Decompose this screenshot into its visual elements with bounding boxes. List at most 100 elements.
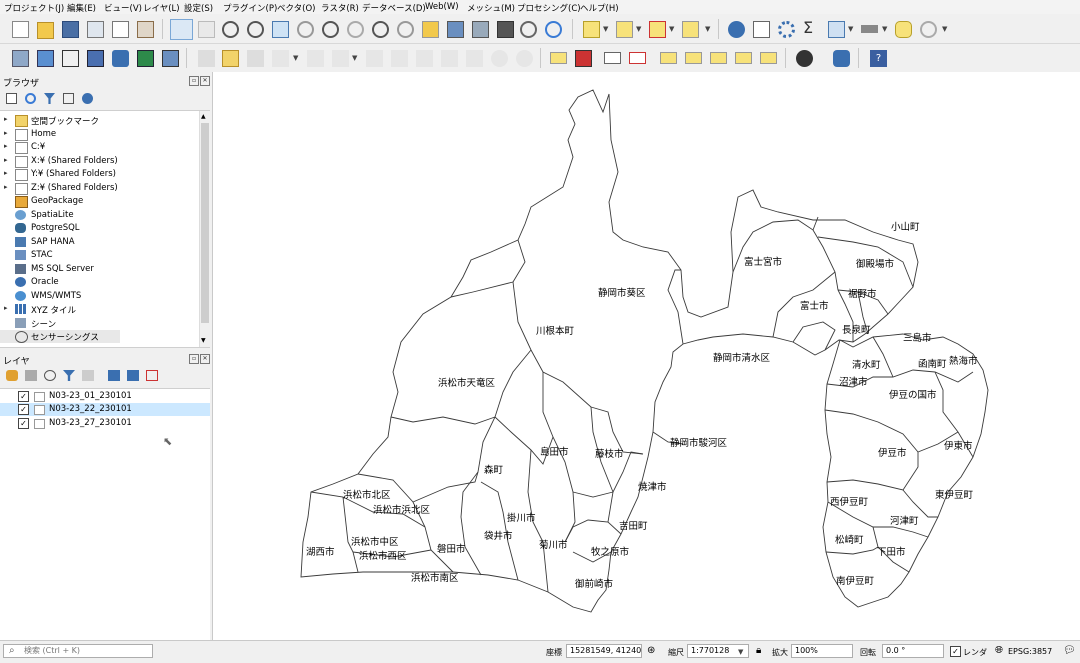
- properties-info-icon[interactable]: [82, 93, 93, 104]
- chevron-down-icon[interactable]: ▼: [603, 25, 608, 33]
- scrollbar-thumb[interactable]: [201, 123, 209, 323]
- layer-row[interactable]: ✓ N03-23_27_230101: [0, 417, 210, 430]
- crs-label[interactable]: EPSG:3857: [1008, 647, 1052, 656]
- save-project-icon[interactable]: [62, 21, 79, 38]
- menu-help[interactable]: ヘルプ(H): [580, 2, 619, 14]
- undo-icon[interactable]: [491, 50, 508, 67]
- list-item[interactable]: ▸ Home: [0, 128, 198, 141]
- list-item[interactable]: PostgreSQL: [0, 222, 198, 235]
- open-field-calculator-icon[interactable]: [828, 21, 845, 38]
- pan-to-selection-icon[interactable]: [198, 21, 215, 38]
- messages-icon[interactable]: 💬︎: [1063, 645, 1076, 656]
- list-item[interactable]: ▸ X:¥ (Shared Folders): [0, 155, 198, 168]
- refresh-icon[interactable]: [25, 93, 36, 104]
- zoom-selection-icon[interactable]: [297, 21, 314, 38]
- float-panel-icon[interactable]: ▫: [189, 354, 199, 364]
- current-edits-icon[interactable]: [198, 50, 215, 67]
- magnifier-spinbox[interactable]: 100%: [791, 644, 853, 658]
- zoom-last-icon[interactable]: [372, 21, 389, 38]
- crs-globe-icon[interactable]: 🌐︎: [995, 645, 1003, 656]
- expand-arrow-icon[interactable]: ▸: [4, 156, 8, 164]
- show-bookmarks-icon[interactable]: [447, 21, 464, 38]
- collapse-all-icon[interactable]: [127, 370, 139, 381]
- select-location-icon[interactable]: [682, 21, 699, 38]
- rotate-label-icon[interactable]: [735, 52, 752, 64]
- menu-raster[interactable]: ラスタ(R): [321, 2, 359, 14]
- list-item[interactable]: SpatiaLite: [0, 209, 198, 222]
- help-icon[interactable]: ?: [870, 50, 887, 67]
- toggle-extents-icon[interactable]: ⊛: [647, 645, 655, 656]
- statistics-sigma-icon[interactable]: Σ: [803, 19, 820, 36]
- scroll-down-icon[interactable]: ▼: [201, 337, 206, 344]
- rotation-spinbox[interactable]: 0.0 °: [882, 644, 944, 658]
- chevron-down-icon[interactable]: ▼: [738, 648, 743, 656]
- toggle-editing-pencil-icon[interactable]: [222, 50, 239, 67]
- chevron-down-icon[interactable]: ▼: [848, 25, 853, 33]
- zoom-layer-icon[interactable]: [322, 21, 339, 38]
- add-vector-layer-icon[interactable]: [62, 50, 79, 67]
- chevron-down-icon[interactable]: ▼: [669, 25, 674, 33]
- layer-row-selected[interactable]: ✓ N03-23_22_230101: [0, 403, 210, 416]
- layer-labeling-icon[interactable]: [550, 52, 567, 64]
- new-map-view-icon[interactable]: [472, 21, 489, 38]
- add-raster-layer-icon[interactable]: [87, 50, 104, 67]
- copy-features-icon[interactable]: [416, 50, 433, 67]
- show-hide-labels-icon[interactable]: [685, 52, 702, 64]
- menu-edit[interactable]: 編集(E): [67, 2, 96, 14]
- map-canvas[interactable]: 小山町 富士宮市 御殿場市 裾野市 静岡市葵区 富士市 川根本町 長泉町 三島市…: [213, 72, 1080, 640]
- layer-visibility-checkbox[interactable]: ✓: [18, 404, 29, 415]
- attribute-table-icon[interactable]: [753, 21, 770, 38]
- new-print-layout-icon[interactable]: [87, 21, 104, 38]
- list-item[interactable]: STAC: [0, 249, 198, 262]
- coordinate-field[interactable]: 15281549, 4124037: [566, 644, 642, 658]
- new-project-icon[interactable]: [12, 21, 29, 38]
- save-edits-icon[interactable]: [247, 50, 264, 67]
- remove-layer-icon[interactable]: [146, 370, 158, 381]
- list-item[interactable]: ▸ C:¥: [0, 141, 198, 154]
- layer-visibility-checkbox[interactable]: ✓: [18, 391, 29, 402]
- menu-mesh[interactable]: メッシュ(M): [467, 2, 515, 14]
- float-panel-icon[interactable]: ▫: [189, 76, 199, 86]
- cut-features-icon[interactable]: [391, 50, 408, 67]
- data-source-manager-icon[interactable]: [12, 50, 29, 67]
- deselect-all-icon[interactable]: [649, 21, 666, 38]
- expand-all-icon[interactable]: [108, 370, 120, 381]
- plugin-binoculars-icon[interactable]: [796, 50, 813, 67]
- browser-scrollbar[interactable]: ▲ ▼: [199, 111, 210, 347]
- layer-row[interactable]: ✓ N03-23_01_230101: [0, 390, 210, 403]
- measure-line-icon[interactable]: [861, 25, 878, 33]
- refresh-icon[interactable]: [545, 21, 562, 38]
- chevron-down-icon[interactable]: ▼: [293, 54, 298, 62]
- move-label-icon[interactable]: [710, 52, 727, 64]
- add-feature-icon[interactable]: [272, 50, 289, 67]
- list-item[interactable]: Oracle: [0, 276, 198, 289]
- expand-arrow-icon[interactable]: ▸: [4, 169, 8, 177]
- menu-web[interactable]: Web(W): [425, 2, 459, 12]
- menu-settings[interactable]: 設定(S): [184, 2, 213, 14]
- chevron-down-icon[interactable]: ▼: [352, 54, 357, 62]
- collapse-all-icon[interactable]: [63, 93, 74, 104]
- zoom-next-icon[interactable]: [397, 21, 414, 38]
- expand-arrow-icon[interactable]: ▸: [4, 183, 8, 191]
- add-selected-layers-icon[interactable]: [6, 93, 17, 104]
- expand-arrow-icon[interactable]: ▸: [4, 142, 8, 150]
- manage-visibility-eye-icon[interactable]: [44, 370, 56, 381]
- filter-expression-icon[interactable]: [82, 370, 94, 381]
- list-item[interactable]: GeoPackage: [0, 195, 198, 208]
- redo-icon[interactable]: [516, 50, 533, 67]
- render-checkbox[interactable]: ✓: [950, 646, 961, 657]
- change-label-icon[interactable]: [760, 52, 777, 64]
- modify-attributes-icon[interactable]: [332, 50, 349, 67]
- highlight-pinned-labels-icon[interactable]: [604, 52, 621, 64]
- scroll-up-icon[interactable]: ▲: [201, 113, 206, 120]
- list-item[interactable]: ▸ 空間ブックマーク: [0, 114, 198, 127]
- expand-arrow-icon[interactable]: ▸: [4, 304, 8, 312]
- pin-labels-icon[interactable]: [660, 52, 677, 64]
- clipboard-icon[interactable]: [466, 50, 483, 67]
- filter-icon[interactable]: [44, 93, 55, 104]
- chevron-down-icon[interactable]: ▼: [705, 25, 710, 33]
- add-group-icon[interactable]: [25, 370, 37, 381]
- menu-plugins[interactable]: プラグイン(P): [223, 2, 277, 14]
- list-item[interactable]: ▸ Z:¥ (Shared Folders): [0, 182, 198, 195]
- zoom-in-icon[interactable]: [222, 21, 239, 38]
